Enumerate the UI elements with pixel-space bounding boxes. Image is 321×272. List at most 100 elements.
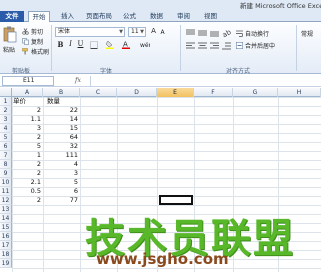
column-header-c[interactable]: C	[80, 88, 117, 97]
column-header-a[interactable]: A	[12, 88, 43, 97]
cell-a9[interactable]: 2	[12, 169, 43, 178]
cell-a5[interactable]: 2	[12, 133, 43, 142]
separator	[180, 25, 181, 71]
align-left-icon[interactable]	[186, 42, 195, 50]
formula-input[interactable]	[90, 76, 319, 86]
column-header-f[interactable]: F	[194, 88, 233, 97]
cell-b8[interactable]: 4	[43, 160, 80, 169]
row-header-1[interactable]: 1	[0, 97, 12, 106]
cell-b4[interactable]: 15	[43, 124, 80, 133]
cut-button[interactable]: 剪切	[22, 27, 43, 36]
row-header-7[interactable]: 7	[0, 151, 12, 160]
formula-bar: E11 fx	[0, 75, 321, 87]
cell-a7[interactable]: 1	[12, 151, 43, 160]
cell-a1[interactable]: 单价	[12, 97, 43, 106]
orientation-icon[interactable]: ab	[222, 28, 232, 37]
cell-b11[interactable]: 6	[43, 187, 80, 196]
bold-button[interactable]: B	[56, 40, 65, 49]
cell-a12[interactable]: 2	[12, 196, 43, 205]
tab-insert[interactable]: 插入	[58, 11, 77, 22]
borders-icon[interactable]	[90, 41, 100, 49]
row-header-3[interactable]: 3	[0, 115, 12, 124]
row-header-17[interactable]: 17	[0, 241, 12, 250]
column-header-b[interactable]: B	[43, 88, 80, 97]
tab-page-layout[interactable]: 页面布局	[83, 11, 115, 22]
column-header-e[interactable]: E	[157, 88, 194, 97]
column-header-g[interactable]: G	[233, 88, 278, 97]
font-size-combo[interactable]: 11 ▼	[128, 27, 146, 37]
grow-font-icon[interactable]: A	[149, 27, 158, 36]
indent-icon[interactable]	[222, 42, 231, 50]
chevron-down-icon: ▼	[119, 29, 123, 35]
wrap-text-label: 自动换行	[245, 31, 270, 38]
italic-button[interactable]: I	[66, 40, 75, 49]
cell-b1[interactable]: 数量	[43, 97, 80, 106]
select-all-corner[interactable]	[0, 88, 12, 97]
underline-button[interactable]: U	[76, 40, 85, 49]
copy-button[interactable]: 复制	[22, 37, 43, 46]
title-bar: 新建 Microsoft Office Exce	[0, 0, 321, 10]
row-header-16[interactable]: 16	[0, 232, 12, 241]
row-header-9[interactable]: 9	[0, 169, 12, 178]
number-format-combo[interactable]: 常规	[301, 29, 313, 38]
row-header-8[interactable]: 8	[0, 160, 12, 169]
chevron-down-icon: ▼	[140, 29, 144, 35]
tab-view[interactable]: 视图	[201, 11, 220, 22]
clipboard-group-label: 剪贴板	[12, 68, 31, 75]
align-top-icon[interactable]	[186, 29, 195, 37]
cell-a10[interactable]: 2.1	[12, 178, 43, 187]
cell-b3[interactable]: 14	[43, 115, 80, 124]
row-header-6[interactable]: 6	[0, 142, 12, 151]
row-header-19[interactable]: 19	[0, 259, 12, 268]
font-name-value: 宋体	[58, 28, 71, 35]
cell-a11[interactable]: 0.5	[12, 187, 43, 196]
row-header-5[interactable]: 5	[0, 133, 12, 142]
wrap-text-button[interactable]: 自动换行	[236, 29, 269, 38]
cell-b2[interactable]: 22	[43, 106, 80, 115]
cell-a6[interactable]: 5	[12, 142, 43, 151]
name-box[interactable]: E11	[2, 76, 54, 86]
shrink-font-icon[interactable]: A	[158, 28, 167, 37]
cell-a4[interactable]: 3	[12, 124, 43, 133]
font-color-icon[interactable]: A	[122, 40, 132, 49]
cell-a2[interactable]: 2	[12, 106, 43, 115]
tab-data[interactable]: 数据	[147, 11, 166, 22]
svg-text:A: A	[123, 41, 128, 49]
row-header-2[interactable]: 2	[0, 106, 12, 115]
row-header-15[interactable]: 15	[0, 223, 12, 232]
tab-formulas[interactable]: 公式	[120, 11, 139, 22]
cell-b12[interactable]: 77	[43, 196, 80, 205]
paste-button[interactable]: 粘贴	[3, 45, 15, 54]
cell-a3[interactable]: 1.1	[12, 115, 43, 124]
column-header-d[interactable]: D	[117, 88, 157, 97]
row-header-10[interactable]: 10	[0, 178, 12, 187]
cell-b5[interactable]: 64	[43, 133, 80, 142]
align-right-icon[interactable]	[210, 42, 219, 50]
align-bottom-icon[interactable]	[210, 29, 219, 37]
row-header-14[interactable]: 14	[0, 214, 12, 223]
cell-b7[interactable]: 111	[43, 151, 80, 160]
cell-a8[interactable]: 2	[12, 160, 43, 169]
cell-b10[interactable]: 5	[43, 178, 80, 187]
fill-color-icon[interactable]	[106, 40, 116, 49]
active-cell-e11[interactable]	[159, 195, 193, 205]
merge-center-button[interactable]: 合并后居中	[236, 41, 275, 50]
tab-file[interactable]: 文件	[0, 11, 24, 22]
phonetic-icon[interactable]: wén	[140, 40, 150, 49]
row-header-13[interactable]: 13	[0, 205, 12, 214]
cell-b6[interactable]: 32	[43, 142, 80, 151]
cell-b9[interactable]: 3	[43, 169, 80, 178]
paste-icon[interactable]	[3, 26, 17, 43]
font-group-label: 字体	[100, 68, 113, 75]
column-header-h[interactable]: H	[278, 88, 321, 97]
format-painter-button[interactable]: 格式刷	[22, 47, 49, 56]
tab-review[interactable]: 审阅	[174, 11, 193, 22]
align-center-icon[interactable]	[198, 42, 207, 50]
row-header-11[interactable]: 11	[0, 187, 12, 196]
align-middle-icon[interactable]	[198, 29, 207, 37]
function-icon[interactable]: fx	[75, 76, 81, 84]
row-header-4[interactable]: 4	[0, 124, 12, 133]
row-header-12[interactable]: 12	[0, 196, 12, 205]
row-header-18[interactable]: 18	[0, 250, 12, 259]
font-name-combo[interactable]: 宋体 ▼	[55, 27, 125, 37]
